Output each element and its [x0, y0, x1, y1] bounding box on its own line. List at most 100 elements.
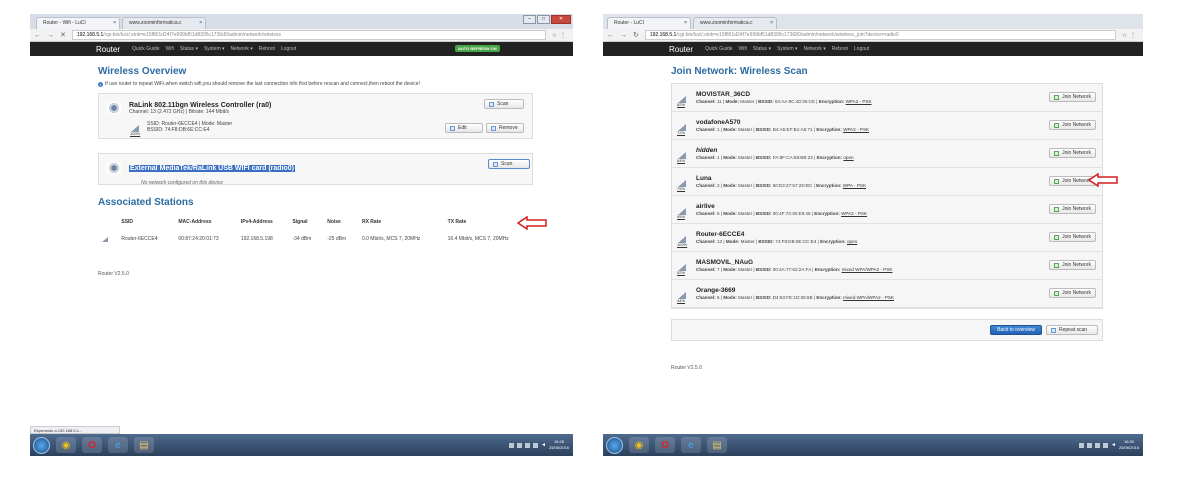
back-icon[interactable]: ← [34, 32, 41, 39]
tray-icon[interactable] [1079, 442, 1085, 448]
folder-icon[interactable]: ▤ [707, 437, 727, 453]
nav-logout[interactable]: Logout [281, 46, 296, 52]
cell-signal: -34 dBm [292, 235, 312, 242]
volume-icon[interactable]: ◄ [1111, 442, 1116, 448]
close-tab-icon[interactable]: × [113, 20, 116, 26]
close-window-icon[interactable]: ✕ [551, 15, 571, 24]
nav-logout[interactable]: Logout [854, 46, 869, 52]
chrome-icon[interactable]: ◉ [56, 437, 76, 453]
folder-icon[interactable]: ▤ [134, 437, 154, 453]
tray-icon[interactable] [525, 442, 531, 448]
channel-label: Channel: [696, 295, 716, 300]
channel-label: Channel: [696, 267, 716, 272]
join-network-button[interactable]: Join Network [1049, 260, 1096, 270]
clock[interactable]: 16:28 25/06/2016 [549, 439, 569, 451]
join-network-button[interactable]: Join Network [1049, 92, 1096, 102]
col-noise: Noise [327, 219, 341, 225]
reload-icon[interactable]: ↻ [633, 31, 639, 39]
start-button[interactable] [33, 436, 50, 454]
edit-button[interactable]: Edit [445, 123, 483, 133]
nav-network[interactable]: Network ▾ [804, 46, 826, 52]
nav-reboot[interactable]: Reboot [832, 46, 848, 52]
close-tab-icon[interactable]: × [199, 20, 202, 26]
network-ssid: Router-6ECCE4 [696, 231, 745, 238]
cell-mac: 00:87:24:20:01:73 [178, 235, 219, 242]
nav-system[interactable]: System ▾ [777, 46, 798, 52]
back-icon[interactable]: ← [607, 32, 614, 39]
col-mac: MAC-Address [178, 219, 212, 225]
join-network-button[interactable]: Join Network [1049, 204, 1096, 214]
scan-button-radio0[interactable]: Scan [488, 159, 530, 169]
url-path: /cgi-bin/luci/;stok=e15f801d24f7e999bf51… [103, 32, 282, 38]
brand-logo[interactable]: Router [669, 45, 693, 54]
cell-noise: -25 dBm [327, 235, 347, 242]
close-tab-icon[interactable]: × [684, 20, 687, 26]
tray-icon[interactable] [1103, 442, 1109, 448]
start-button[interactable] [606, 436, 623, 454]
auto-refresh-badge[interactable]: AUTO REFRESH ON [455, 45, 500, 52]
nav-system[interactable]: System ▾ [204, 46, 225, 52]
tray-icon[interactable] [517, 442, 523, 448]
url-input[interactable]: 192.168.5.1/cgi-bin/luci/;stok=e15f801d2… [71, 30, 546, 40]
nav-wifi[interactable]: Wifi [166, 46, 174, 52]
join-network-button[interactable]: Join Network [1049, 232, 1096, 242]
tray-icon[interactable] [1095, 442, 1101, 448]
close-tab-icon[interactable]: × [770, 20, 773, 26]
scan-label: Scan [501, 161, 513, 167]
signal-icon: 100% [677, 233, 688, 247]
nav-status[interactable]: Status ▾ [753, 46, 771, 52]
stop-icon[interactable]: ✕ [60, 31, 66, 39]
forward-icon[interactable]: → [47, 32, 54, 39]
maximize-icon[interactable]: □ [537, 15, 550, 24]
scan-button-ra0[interactable]: Scan [484, 99, 524, 109]
nav-network[interactable]: Network ▾ [231, 46, 253, 52]
opera-icon[interactable]: O [655, 437, 675, 453]
wireless-overview-page: Wireless Overview i If use router to repe… [30, 66, 573, 247]
channel-label: Channel: [696, 239, 716, 244]
internet-explorer-icon[interactable]: e [108, 437, 128, 453]
repeat-scan-button[interactable]: Repeat scan [1046, 325, 1098, 335]
tab-zoominformatica[interactable]: www.zoominformatica.c × [122, 17, 206, 29]
volume-icon[interactable]: ◄ [541, 442, 546, 448]
col-signal: Signal [292, 219, 308, 225]
internet-explorer-icon[interactable]: e [681, 437, 701, 453]
join-icon [1054, 122, 1060, 128]
bookmark-star-icon[interactable]: ☆⋮ [1122, 32, 1139, 39]
right-browser-window: Router - LuCI × www.zoominformatica.c × ← … [603, 14, 1143, 456]
chrome-icon[interactable]: ◉ [629, 437, 649, 453]
remove-button[interactable]: Remove [486, 123, 524, 133]
opera-icon[interactable]: O [82, 437, 102, 453]
join-network-button[interactable]: Join Network [1049, 148, 1096, 158]
nav-wifi[interactable]: Wifi [739, 46, 747, 52]
join-network-button[interactable]: Join Network [1049, 288, 1096, 298]
brand-logo[interactable]: Router [96, 45, 120, 54]
join-network-button[interactable]: Join Network [1049, 120, 1096, 130]
tray-icon[interactable] [509, 442, 515, 448]
tab-router-wifi[interactable]: Router - Wifi - LuCI × [36, 17, 120, 29]
join-icon [1054, 94, 1060, 100]
forward-icon[interactable]: → [620, 32, 627, 39]
tray-icon[interactable] [533, 442, 539, 448]
nav-status[interactable]: Status ▾ [180, 46, 198, 52]
tab-label: Router - Wifi - LuCI [43, 20, 86, 26]
network-ssid: Orange-3669 [696, 287, 736, 294]
signal-icon: 100% [130, 122, 141, 136]
encryption-value: mixed WPA/WPA2 - PSK [841, 267, 893, 272]
clock[interactable]: 16:30 25/06/2016 [1119, 439, 1139, 451]
mode-value: Master [740, 99, 755, 104]
tab-router-luci[interactable]: Router - LuCI × [607, 17, 691, 29]
nav-reboot[interactable]: Reboot [259, 46, 275, 52]
scan-list-item: 100% Router-6ECCE4 Channel: 13 | Mode: Mas… [672, 224, 1102, 252]
signal-percent: 82% [677, 101, 686, 107]
tray-icon[interactable] [1087, 442, 1093, 448]
bookmark-star-icon[interactable]: ☆⋮ [552, 32, 569, 39]
address-bar: ← → ✕ 192.168.5.1/cgi-bin/luci/;stok=e15… [30, 29, 573, 42]
back-to-overview-button[interactable]: Back to overview [990, 325, 1042, 335]
minimize-icon[interactable]: – [523, 15, 536, 24]
tab-zoominformatica[interactable]: www.zoominformatica.c × [693, 17, 777, 29]
nav-quick-guide[interactable]: Quick Guide [132, 46, 160, 52]
nav-quick-guide[interactable]: Quick Guide [705, 46, 733, 52]
url-input[interactable]: 192.168.5.1/cgi-bin/luci/;stok=e15f801d2… [644, 30, 1116, 40]
cell-ipv4: 192.168.5.198 [240, 235, 273, 242]
channel-value: 7 [716, 267, 720, 272]
